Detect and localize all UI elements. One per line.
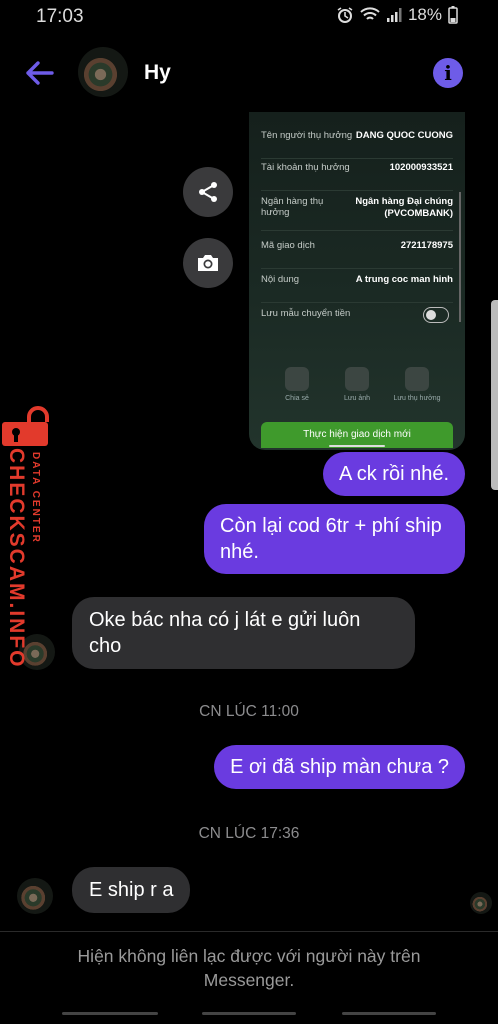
message-outgoing[interactable]: A ck rồi nhé. xyxy=(322,452,465,496)
nav-bar-back[interactable] xyxy=(342,1012,436,1015)
card-action: Chia sẻ xyxy=(267,367,327,402)
card-row: Mã giao dịch 2721178975 xyxy=(261,240,453,269)
save-template-toggle xyxy=(423,307,449,323)
card-row: Nội dung A trung coc man hinh xyxy=(261,274,453,303)
share-icon xyxy=(199,182,217,202)
share-button[interactable] xyxy=(183,167,233,217)
user-icon xyxy=(405,367,429,391)
message-incoming[interactable]: Oke bác nha có j lát e gửi luôn cho xyxy=(72,597,415,669)
contact-avatar-small xyxy=(17,878,53,914)
save-photo-button[interactable] xyxy=(183,238,233,288)
alarm-icon xyxy=(337,7,353,23)
info-icon[interactable]: i xyxy=(433,58,463,88)
camera-icon xyxy=(198,255,218,271)
timestamp: CN LÚC 11:00 xyxy=(199,703,299,720)
battery-percent: 18% xyxy=(407,5,442,24)
status-time: 17:03 xyxy=(36,6,84,27)
card-row: Tên người thụ hưởng DANG QUOC CUONG xyxy=(261,130,453,159)
wifi-icon xyxy=(360,7,380,20)
message-outgoing[interactable]: Còn lại cod 6tr + phí ship nhé. xyxy=(204,504,465,574)
unavailable-notice: Hiện không liên lạc được với người này t… xyxy=(77,946,421,990)
signal-icon xyxy=(386,8,402,22)
message-outgoing[interactable]: E ơi đã ship màn chưa ? xyxy=(214,745,465,789)
battery-icon xyxy=(448,6,458,24)
divider xyxy=(0,931,498,932)
read-receipt-avatar xyxy=(470,892,492,914)
watermark-text: CHECKSCAM.INFO xyxy=(5,448,28,669)
card-row: Tài khoản thụ hưởng 102000933521 xyxy=(261,162,453,191)
camera-icon xyxy=(345,367,369,391)
back-arrow-icon[interactable] xyxy=(22,56,56,90)
edge-panel-handle[interactable] xyxy=(491,300,498,490)
card-action: Lưu thụ hưởng xyxy=(387,367,447,402)
message-incoming[interactable]: E ship r a xyxy=(72,867,191,913)
card-row: Ngân hàng thụ hưởng Ngân hàng Đại chúng … xyxy=(261,196,453,231)
contact-avatar[interactable] xyxy=(78,47,128,97)
card-action: Lưu ảnh xyxy=(327,367,387,402)
share-icon xyxy=(285,367,309,391)
lock-icon xyxy=(2,406,49,446)
save-template-label: Lưu mẫu chuyển tiền xyxy=(261,308,351,319)
status-icons: 18% xyxy=(336,5,458,25)
card-scrollbar xyxy=(459,192,461,322)
contact-name[interactable]: Hy xyxy=(144,61,171,85)
nav-bar-recents[interactable] xyxy=(62,1012,158,1015)
watermark-subtext: DATA CENTER xyxy=(30,452,41,544)
shared-image[interactable]: Tên người thụ hưởng DANG QUOC CUONG Tài … xyxy=(249,112,465,450)
nav-bar-home[interactable] xyxy=(202,1012,296,1015)
timestamp: CN LÚC 17:36 xyxy=(198,825,300,842)
home-indicator xyxy=(329,445,385,447)
